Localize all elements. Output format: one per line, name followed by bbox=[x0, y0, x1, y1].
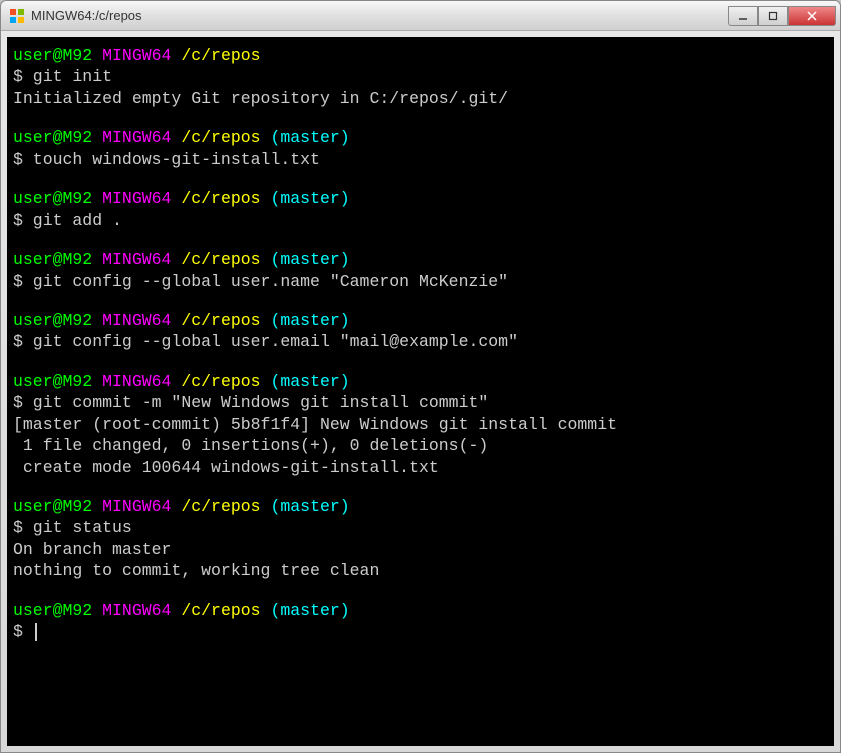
prompt-host: MINGW64 bbox=[102, 189, 171, 208]
maximize-button[interactable] bbox=[758, 6, 788, 26]
prompt-path: /c/repos bbox=[181, 128, 260, 147]
prompt-line: user@M92 MINGW64 /c/repos (master) bbox=[13, 310, 828, 331]
terminal-block: user@M92 MINGW64 /c/repos (master)$ git … bbox=[13, 249, 828, 292]
prompt-branch: (master) bbox=[270, 189, 349, 208]
prompt-path: /c/repos bbox=[181, 189, 260, 208]
prompt-line: user@M92 MINGW64 /c/repos (master) bbox=[13, 127, 828, 148]
prompt-path: /c/repos bbox=[181, 311, 260, 330]
prompt-host: MINGW64 bbox=[102, 128, 171, 147]
command-output: [master (root-commit) 5b8f1f4] New Windo… bbox=[13, 414, 828, 478]
prompt-user: user@M92 bbox=[13, 372, 92, 391]
app-icon bbox=[9, 8, 25, 24]
command-line: $ git commit -m "New Windows git install… bbox=[13, 392, 828, 413]
prompt-path: /c/repos bbox=[181, 497, 260, 516]
prompt-path: /c/repos bbox=[181, 372, 260, 391]
prompt-host: MINGW64 bbox=[102, 601, 171, 620]
prompt-line: user@M92 MINGW64 /c/repos (master) bbox=[13, 188, 828, 209]
prompt-branch: (master) bbox=[270, 311, 349, 330]
prompt-host: MINGW64 bbox=[102, 311, 171, 330]
command-line: $ git config --global user.email "mail@e… bbox=[13, 331, 828, 352]
prompt-host: MINGW64 bbox=[102, 250, 171, 269]
command-output: Initialized empty Git repository in C:/r… bbox=[13, 88, 828, 109]
prompt-branch: (master) bbox=[270, 601, 349, 620]
prompt-path: /c/repos bbox=[181, 250, 260, 269]
terminal-block: user@M92 MINGW64 /c/repos$ git initIniti… bbox=[13, 45, 828, 109]
prompt-host: MINGW64 bbox=[102, 46, 171, 65]
terminal-block: user@M92 MINGW64 /c/repos (master)$ bbox=[13, 600, 828, 643]
prompt-path: /c/repos bbox=[181, 601, 260, 620]
prompt-user: user@M92 bbox=[13, 311, 92, 330]
command-output: On branch master nothing to commit, work… bbox=[13, 539, 828, 582]
prompt-line: user@M92 MINGW64 /c/repos (master) bbox=[13, 249, 828, 270]
prompt-branch: (master) bbox=[270, 497, 349, 516]
window-controls bbox=[728, 6, 836, 26]
prompt-branch: (master) bbox=[270, 250, 349, 269]
command-line: $ bbox=[13, 621, 828, 642]
terminal-block: user@M92 MINGW64 /c/repos (master)$ git … bbox=[13, 310, 828, 353]
terminal-block: user@M92 MINGW64 /c/repos (master)$ git … bbox=[13, 496, 828, 582]
prompt-path: /c/repos bbox=[181, 46, 260, 65]
prompt-line: user@M92 MINGW64 /c/repos (master) bbox=[13, 371, 828, 392]
command-line: $ git config --global user.name "Cameron… bbox=[13, 271, 828, 292]
prompt-user: user@M92 bbox=[13, 128, 92, 147]
terminal-area[interactable]: user@M92 MINGW64 /c/repos$ git initIniti… bbox=[7, 37, 834, 746]
terminal-block: user@M92 MINGW64 /c/repos (master)$ touc… bbox=[13, 127, 828, 170]
prompt-line: user@M92 MINGW64 /c/repos (master) bbox=[13, 496, 828, 517]
close-button[interactable] bbox=[788, 6, 836, 26]
window-title: MINGW64:/c/repos bbox=[31, 8, 728, 23]
prompt-line: user@M92 MINGW64 /c/repos (master) bbox=[13, 600, 828, 621]
terminal-block: user@M92 MINGW64 /c/repos (master)$ git … bbox=[13, 371, 828, 478]
prompt-branch: (master) bbox=[270, 128, 349, 147]
prompt-host: MINGW64 bbox=[102, 372, 171, 391]
prompt-user: user@M92 bbox=[13, 250, 92, 269]
cursor-icon bbox=[35, 623, 37, 641]
command-line: $ git init bbox=[13, 66, 828, 87]
command-line: $ git add . bbox=[13, 210, 828, 231]
git-bash-window: MINGW64:/c/repos user@M92 MINGW64 /c/rep… bbox=[0, 0, 841, 753]
minimize-button[interactable] bbox=[728, 6, 758, 26]
prompt-user: user@M92 bbox=[13, 497, 92, 516]
command-line: $ git status bbox=[13, 517, 828, 538]
window-titlebar[interactable]: MINGW64:/c/repos bbox=[1, 1, 840, 31]
prompt-user: user@M92 bbox=[13, 189, 92, 208]
command-line: $ touch windows-git-install.txt bbox=[13, 149, 828, 170]
prompt-user: user@M92 bbox=[13, 601, 92, 620]
terminal-block: user@M92 MINGW64 /c/repos (master)$ git … bbox=[13, 188, 828, 231]
prompt-branch: (master) bbox=[270, 372, 349, 391]
prompt-host: MINGW64 bbox=[102, 497, 171, 516]
prompt-line: user@M92 MINGW64 /c/repos bbox=[13, 45, 828, 66]
prompt-user: user@M92 bbox=[13, 46, 92, 65]
